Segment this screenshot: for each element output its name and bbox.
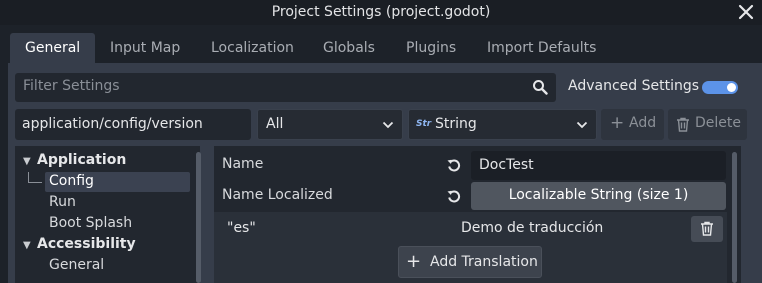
- property-label-name: Name: [222, 156, 264, 172]
- filter-placeholder: Filter Settings: [23, 78, 120, 94]
- tree-category-label: Application: [37, 152, 127, 168]
- advanced-settings-toggle[interactable]: [702, 81, 738, 94]
- string-type-icon: Str: [416, 119, 432, 129]
- remove-translation-button[interactable]: [691, 216, 723, 242]
- chevron-down-icon: [382, 121, 394, 129]
- add-button-label: Add: [629, 115, 657, 131]
- tree-item-boot-splash[interactable]: Boot Splash: [49, 215, 132, 231]
- collapse-arrow-icon[interactable]: ▼: [23, 156, 33, 167]
- tab-globals[interactable]: Globals: [308, 33, 390, 63]
- tree-item-config[interactable]: Config: [49, 173, 94, 189]
- tree-scrollbar[interactable]: [196, 152, 201, 283]
- category-select-value: All: [266, 116, 284, 132]
- filter-settings-input[interactable]: Filter Settings: [15, 73, 556, 102]
- chevron-down-icon: [576, 121, 588, 129]
- tree-category-label: Accessibility: [37, 236, 136, 252]
- inspector-scrollbar[interactable]: [732, 152, 737, 283]
- translation-value[interactable]: Demo de traducción: [461, 220, 603, 236]
- property-label-name-localized: Name Localized: [222, 187, 333, 203]
- type-select-value: String: [435, 116, 477, 132]
- localizable-string-button[interactable]: Localizable String (size 1): [471, 182, 726, 210]
- tree-category-accessibility[interactable]: ▼ Accessibility: [23, 236, 136, 252]
- property-path-input[interactable]: application/config/version: [15, 109, 251, 140]
- plus-icon: +: [406, 251, 422, 272]
- tab-general[interactable]: General: [10, 33, 96, 63]
- tab-input-map[interactable]: Input Map: [95, 33, 195, 63]
- tree-item-run[interactable]: Run: [49, 194, 76, 210]
- tab-plugins[interactable]: Plugins: [391, 33, 471, 63]
- delete-property-button[interactable]: Delete: [668, 109, 747, 140]
- title-bar: Project Settings (project.godot): [0, 0, 762, 25]
- search-icon: [533, 80, 548, 95]
- advanced-settings-label: Advanced Settings: [568, 78, 700, 94]
- name-value-field[interactable]: DocTest: [471, 151, 726, 180]
- type-select[interactable]: Str String: [408, 109, 597, 140]
- tab-localization[interactable]: Localization: [196, 33, 309, 63]
- add-property-button[interactable]: + Add: [601, 109, 664, 140]
- translation-locale: "es": [227, 220, 256, 236]
- collapse-arrow-icon[interactable]: ▼: [23, 240, 33, 251]
- tree-item-general[interactable]: General: [49, 257, 104, 273]
- window-title: Project Settings (project.godot): [271, 4, 491, 20]
- tree-category-application[interactable]: ▼ Application: [23, 152, 126, 168]
- category-select[interactable]: All: [257, 109, 403, 140]
- tab-import-defaults[interactable]: Import Defaults: [472, 33, 611, 63]
- plus-icon: +: [610, 113, 625, 133]
- tab-bar: General Input Map Localization Globals P…: [0, 25, 762, 63]
- tree-guide-line: [28, 182, 42, 183]
- revert-icon[interactable]: [447, 189, 461, 203]
- add-translation-label: Add Translation: [430, 254, 538, 270]
- revert-icon[interactable]: [447, 158, 461, 172]
- trash-icon: [677, 117, 689, 132]
- trash-icon: [701, 221, 713, 236]
- delete-button-label: Delete: [695, 115, 741, 131]
- add-translation-button[interactable]: + Add Translation: [398, 246, 542, 278]
- close-icon[interactable]: [737, 3, 755, 21]
